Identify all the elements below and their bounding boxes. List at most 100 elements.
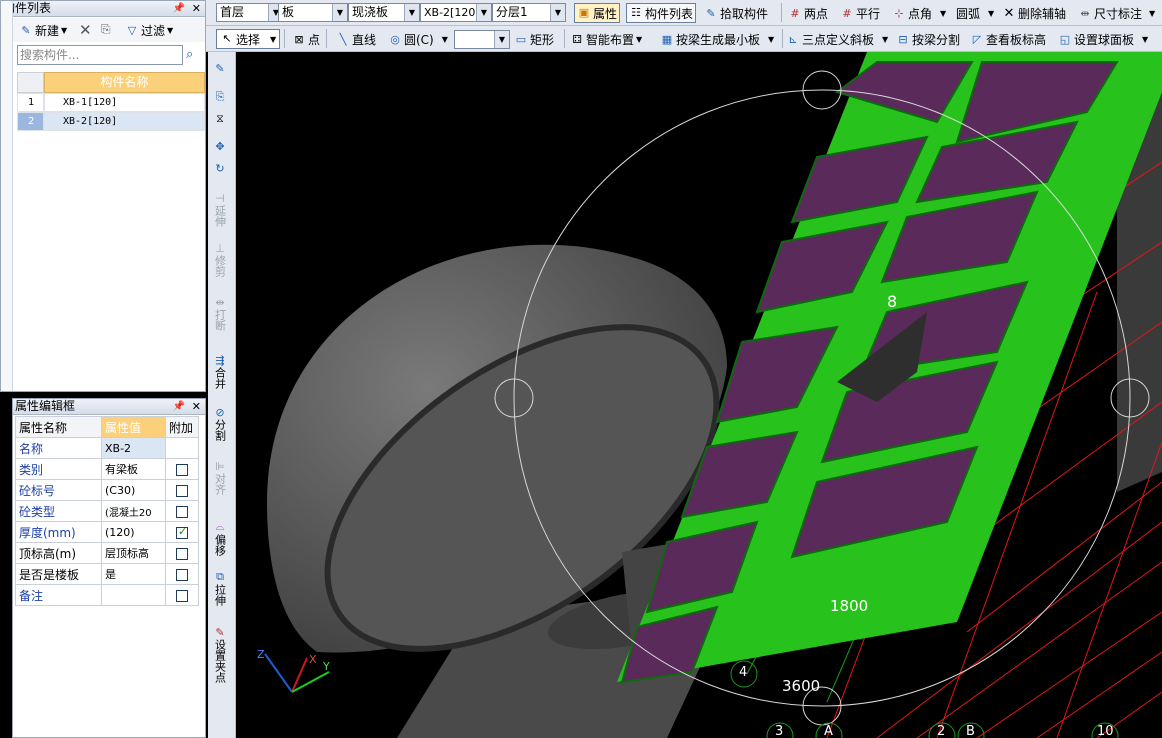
point-button[interactable]: ⊠ 点 (292, 31, 320, 48)
split-tool[interactable]: ⊘ 分割 (208, 406, 232, 441)
delete-icon: ✕ (1003, 5, 1015, 21)
trim-icon: ⊥ (215, 242, 225, 255)
beam-split-button[interactable]: ⊟ 按梁分割 (896, 31, 960, 48)
component-table-header: 构件名称 (17, 72, 205, 93)
point-angle-button[interactable]: ⊹ 点角 ▼ (892, 5, 946, 22)
stretch-tool[interactable]: ⧉ 拉伸 (208, 570, 232, 606)
component-table: 构件名称 1 XB-1[120] 2 XB-2[120] (17, 72, 205, 131)
axis-label: 4 (739, 665, 748, 680)
arc-button[interactable]: 圆弧 ▼ (956, 5, 994, 22)
dimension-label: 3600 (782, 677, 821, 695)
view-elevation-button[interactable]: ◸ 查看板标高 (970, 31, 1046, 48)
attach-checkbox[interactable] (176, 568, 188, 581)
table-row: 砼类型 (混凝土20 (15, 500, 199, 522)
new-button[interactable]: ✎ 新建 ▼ (19, 22, 67, 39)
attach-checkbox[interactable] (176, 484, 188, 497)
draw-icon[interactable]: ✎ (208, 62, 232, 75)
delete-icon[interactable]: ✕ (79, 21, 92, 39)
type-select[interactable]: 板 ▼ (278, 3, 348, 22)
circle-button[interactable]: ◎ 圆(C) ▼ (388, 31, 448, 48)
break-tool[interactable]: ⇹ 打断 (208, 296, 232, 331)
layer-select[interactable]: 分层1 ▼ (492, 3, 566, 22)
properties-button[interactable]: ▣ 属性 (574, 3, 621, 23)
beam-slab-icon: ▦ (661, 32, 673, 46)
line-button[interactable]: ╲ 直线 (336, 31, 376, 48)
circle-icon: ◎ (390, 32, 400, 46)
offset-tool[interactable]: ⌓ 偏移 (208, 520, 232, 556)
trim-tool[interactable]: ⊥ 修剪 (208, 242, 232, 277)
table-row: 类别 有梁板 (15, 458, 199, 480)
edit-toolbar: ✎ ⎘ ⧖ ✥ ↻ ⊣ 延伸 ⊥ 修剪 ⇹ 打断 ⇶ 合并 ⊘ 分割 ⊫ 对齐 … (208, 52, 236, 738)
rotate-icon[interactable]: ↻ (208, 162, 232, 175)
attach-checkbox[interactable] (176, 547, 188, 560)
shape-select[interactable]: ▼ (454, 30, 510, 49)
copy-icon[interactable]: ⎘ (208, 90, 232, 104)
toolbar-row-1: 首层 ▼ 板 ▼ 现浇板 ▼ XB-2[120] ▼ 分层1 ▼ ▣ 属性 ☷ 构件列表 ✎ 拾… (206, 0, 1162, 26)
floor-select[interactable]: 首层 ▼ (216, 3, 284, 22)
break-icon: ⇹ (215, 296, 225, 309)
mirror-icon[interactable]: ⧖ (208, 112, 232, 126)
merge-tool[interactable]: ⇶ 合并 (208, 354, 232, 389)
copy-icon[interactable]: ⎘ (101, 22, 111, 37)
toolbar-row-2: ↖ 选择 ▼ ⊠ 点 ╲ 直线 ◎ 圆(C) ▼ ▼ ▭ 矩形 ⚃ 智能布置 ▼ ▦ 按梁生成最小板… (206, 26, 1162, 52)
table-row: 厚度(mm) (120) (15, 521, 199, 543)
list-icon: ☷ (631, 6, 641, 19)
chevron-down-icon: ▼ (550, 4, 565, 21)
attach-checkbox[interactable] (176, 525, 188, 539)
rect-icon: ▭ (515, 32, 527, 46)
filter-icon: ▽ (127, 23, 137, 37)
split-icon: ⊟ (898, 32, 908, 46)
list-item[interactable]: 1 XB-1[120] (17, 93, 205, 112)
two-points-button[interactable]: # 两点 (788, 5, 828, 22)
viewport-3d[interactable]: 1800 3600 8 4 3 A 2 B 10 Z X Y (237, 52, 1162, 738)
attach-checkbox[interactable] (176, 505, 188, 518)
beam-min-slab-button[interactable]: ▦ 按梁生成最小板 ▼ (660, 31, 774, 48)
column-header-name: 构件名称 (44, 72, 205, 93)
property-editor-title: 属性编辑框 (15, 399, 76, 413)
properties-icon: ▣ (578, 6, 590, 19)
parallel-button[interactable]: # 平行 (840, 5, 880, 22)
subtype-select[interactable]: 现浇板 ▼ (348, 3, 420, 22)
attach-checkbox[interactable] (176, 589, 188, 602)
close-icon[interactable]: ✕ (192, 1, 201, 16)
axis-label: 3 (775, 724, 784, 738)
table-row: 名称 XB-2 (15, 437, 199, 459)
parallel-icon: # (842, 6, 852, 20)
search-icon[interactable]: ⌕ (186, 47, 193, 62)
filter-button[interactable]: ▽ 过滤 ▼ (125, 22, 173, 39)
property-table: 属性名称 属性值 附加 名称 XB-2 类别 有梁板 砼标号 (C30) 砼类型… (15, 416, 199, 606)
list-item[interactable]: 2 XB-2[120] (17, 112, 205, 131)
axis-label: 10 (1097, 724, 1114, 738)
set-grip-tool[interactable]: ✎ 设置夹点 (208, 626, 232, 683)
property-editor-title-bar: 属性编辑框 📌 ✕ (13, 399, 205, 415)
viewport-drawing (264, 52, 1162, 738)
chevron-down-icon: ▼ (404, 4, 419, 21)
dimension-button[interactable]: ⇹ 尺寸标注 ▼ (1078, 5, 1155, 22)
slope-icon: ⊾ (788, 32, 798, 46)
delete-aux-button[interactable]: ✕ 删除辅轴 (1002, 5, 1066, 22)
component-search-input[interactable]: 搜索构件... (17, 45, 183, 65)
split-icon: ⊘ (215, 406, 225, 419)
close-icon[interactable]: ✕ (192, 399, 201, 414)
attach-checkbox[interactable] (176, 463, 188, 476)
two-points-icon: # (790, 6, 800, 20)
smart-layout-icon: ⚃ (572, 32, 582, 46)
rect-button[interactable]: ▭ 矩形 (514, 31, 554, 48)
smart-layout-button[interactable]: ⚃ 智能布置 ▼ (570, 31, 642, 48)
component-list-button[interactable]: ☷ 构件列表 (626, 3, 697, 23)
point-icon: ⊠ (294, 32, 304, 46)
select-button[interactable]: ↖ 选择 ▼ (216, 29, 281, 49)
set-sphere-button[interactable]: ◱ 设置球面板 ▼ (1058, 31, 1148, 48)
three-point-slope-button[interactable]: ⊾ 三点定义斜板 ▼ (786, 31, 888, 48)
point-angle-icon: ⊹ (894, 6, 904, 20)
pin-icon[interactable]: 📌 (173, 1, 185, 16)
move-icon[interactable]: ✥ (208, 140, 232, 153)
component-select[interactable]: XB-2[120] ▼ (420, 3, 492, 22)
extend-tool[interactable]: ⊣ 延伸 (208, 192, 232, 227)
axis-label: 2 (937, 724, 946, 738)
line-icon: ╲ (339, 32, 347, 46)
pin-icon[interactable]: 📌 (173, 399, 185, 414)
cursor-icon: ↖ (222, 32, 232, 45)
align-tool[interactable]: ⊫ 对齐 (208, 460, 232, 495)
pick-component-button[interactable]: ✎ 拾取构件 (704, 5, 768, 22)
